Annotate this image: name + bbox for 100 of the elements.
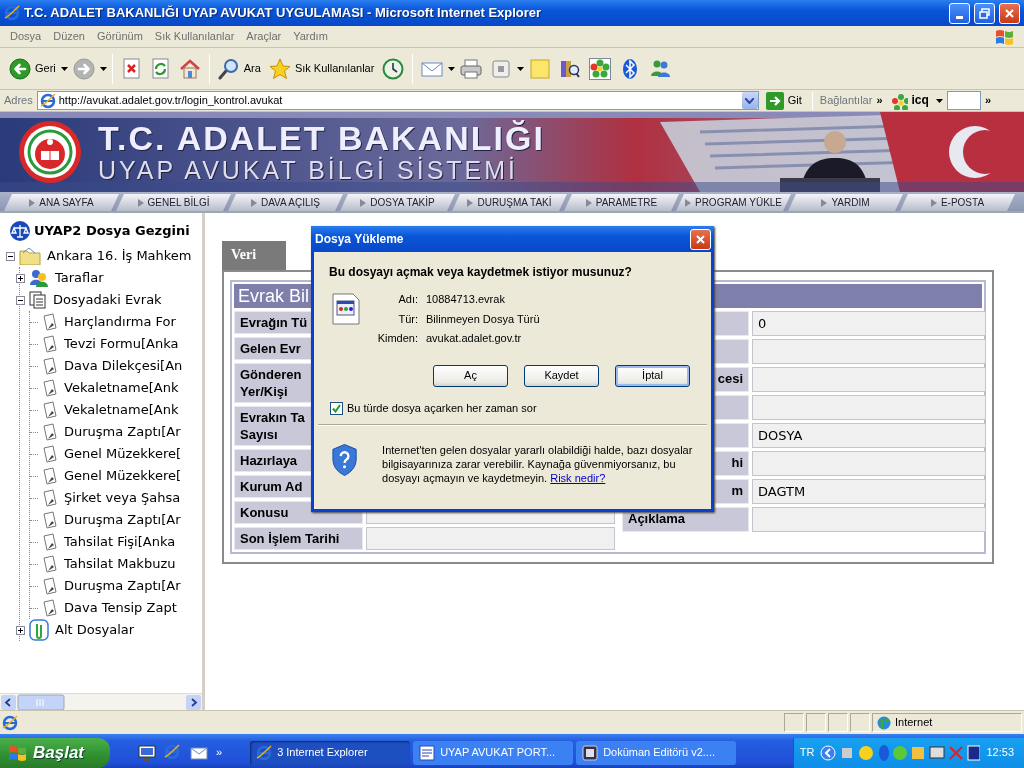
folder-icon — [19, 247, 41, 265]
check-icon — [332, 404, 341, 414]
back-button[interactable]: Geri — [6, 55, 59, 82]
address-field[interactable]: http://avukat.adalet.gov.tr/login_kontrol.avukat — [36, 91, 759, 110]
status-pane — [828, 713, 848, 732]
links-label[interactable]: Bağlantılar — [819, 93, 873, 108]
scales-icon — [10, 221, 30, 241]
document-icon — [42, 379, 58, 397]
search-button[interactable]: Ara — [214, 55, 264, 82]
taskbar-button[interactable]: UYAP AVUKAT PORT... — [413, 741, 574, 765]
tree-item[interactable]: Taraflar — [53, 270, 104, 286]
tree-item[interactable]: Tevzi Formu[Anka — [62, 336, 179, 352]
menu-item[interactable]: Araçlar — [240, 29, 288, 44]
document-icon — [42, 357, 58, 375]
document-icon — [42, 533, 58, 551]
menu-item[interactable]: Yardım — [287, 29, 334, 44]
tree-item[interactable]: Duruşma Zaptı[Ar — [62, 424, 181, 440]
tree-item[interactable]: Dava Dilekçesi[An — [62, 358, 183, 374]
tree-item[interactable]: Genel Müzekkere[ — [62, 468, 182, 484]
more-button[interactable]: » — [216, 746, 223, 760]
tree-item[interactable]: Vekaletname[Ank — [62, 402, 179, 418]
seal-icon — [18, 120, 82, 184]
expander-button[interactable] — [6, 251, 15, 261]
nav-tab[interactable]: ANA SAYFA — [4, 194, 119, 211]
documents-icon — [29, 291, 47, 309]
field-value: 10884713.evrak — [426, 293, 506, 307]
go-button[interactable]: Git — [762, 89, 805, 112]
caret-icon[interactable] — [517, 66, 525, 71]
browser-icon — [4, 5, 20, 21]
nav-tab[interactable]: DURUŞMA TAKİ — [452, 194, 567, 211]
tree-item[interactable]: Harçlandırma For — [62, 314, 176, 330]
caret-icon[interactable] — [99, 66, 107, 71]
nav-tab[interactable]: YARDIM — [788, 194, 903, 211]
close-button[interactable] — [999, 2, 1020, 24]
horizontal-scrollbar[interactable] — [0, 693, 202, 710]
expander-button[interactable] — [16, 273, 25, 283]
dialog-button[interactable]: Kaydet — [524, 364, 599, 387]
nav-tab[interactable]: DAVA AÇILIŞ — [228, 194, 343, 211]
close-icon — [1004, 7, 1015, 19]
field-label: Tür: — [397, 312, 418, 326]
minimize-button[interactable] — [949, 2, 970, 24]
desktop-icon[interactable] — [138, 744, 156, 762]
start-button[interactable]: Başlat — [0, 738, 110, 768]
tree-item[interactable]: Tahsilat Makbuzu — [62, 556, 176, 572]
nav-tab[interactable]: PROGRAM YÜKLE — [676, 194, 791, 211]
dropdown-button[interactable] — [741, 92, 758, 109]
tree-item[interactable]: Vekaletname[Ank — [62, 380, 179, 396]
tree-item[interactable]: Ankara 16. İş Mahkem — [45, 248, 192, 264]
more-button[interactable]: » — [984, 93, 991, 108]
tree-item[interactable]: Tahsilat Fişi[Anka — [62, 534, 176, 550]
caret-icon[interactable] — [448, 66, 456, 71]
document-icon — [42, 511, 58, 529]
menu-item[interactable]: Sık Kullanılanlar — [148, 29, 241, 44]
dialog-button[interactable]: İptal — [615, 364, 690, 387]
document-icon — [42, 467, 58, 485]
menu-item[interactable]: Düzen — [47, 29, 91, 44]
document-icon — [42, 577, 58, 595]
tree-item[interactable]: Genel Müzekkere[ — [62, 446, 182, 462]
page-icon — [39, 92, 56, 109]
nav-tab[interactable]: PARAMETRE — [564, 194, 679, 211]
search-field[interactable] — [946, 91, 981, 110]
mail-icon[interactable] — [190, 744, 208, 762]
tray-icons-drawing[interactable] — [820, 744, 981, 762]
clock-icon — [382, 57, 405, 80]
menu-item[interactable]: Dosya — [4, 29, 48, 44]
nav-tab[interactable]: DOSYA TAKİP — [340, 194, 455, 211]
nav-tab[interactable]: E-POSTA — [900, 194, 1015, 211]
tree-item[interactable]: Duruşma Zaptı[Ar — [62, 578, 181, 594]
document-icon — [42, 555, 58, 573]
tree-item[interactable]: Alt Dosyalar — [53, 622, 135, 638]
tree-item[interactable]: Duruşma Zaptı[Ar — [62, 512, 181, 528]
expander-button[interactable] — [16, 625, 25, 635]
tree-item[interactable]: Şirket veya Şahsa — [62, 490, 181, 506]
browser-icon[interactable] — [164, 744, 182, 762]
more-button[interactable]: » — [876, 93, 883, 108]
restore-button[interactable] — [974, 2, 995, 24]
expander-button[interactable] — [16, 295, 25, 305]
caret-icon[interactable] — [60, 66, 68, 71]
taskbar-button[interactable]: Doküman Editörü v2.... — [576, 741, 737, 765]
help-link[interactable]: Risk nedir? — [550, 472, 606, 485]
tree-item[interactable]: Dava Tensip Zapt — [62, 600, 177, 616]
tree-item[interactable]: Dosyadaki Evrak — [51, 292, 162, 308]
caret-icon — [745, 97, 755, 104]
menu-item[interactable]: Görünüm — [91, 29, 149, 44]
close-button[interactable] — [690, 228, 711, 250]
star-icon — [268, 57, 291, 80]
document-icon — [42, 489, 58, 507]
checkbox[interactable] — [330, 402, 343, 416]
taskbar-button[interactable]: 3 Internet Explorer — [250, 741, 411, 765]
close-icon — [695, 233, 706, 245]
dialog-button[interactable]: Aç — [433, 364, 508, 387]
nav-tab[interactable]: GENEL BİLGİ — [116, 194, 231, 211]
caret-icon[interactable] — [935, 98, 943, 103]
people-icon — [29, 269, 49, 287]
scroll-right-button — [185, 694, 202, 710]
favorites-button[interactable]: Sık Kullanılanlar — [265, 55, 378, 82]
icq-button[interactable]: icq — [886, 89, 932, 112]
plus-icon — [17, 626, 24, 634]
tab[interactable]: Veri — [222, 241, 286, 270]
page-icon — [2, 714, 18, 731]
